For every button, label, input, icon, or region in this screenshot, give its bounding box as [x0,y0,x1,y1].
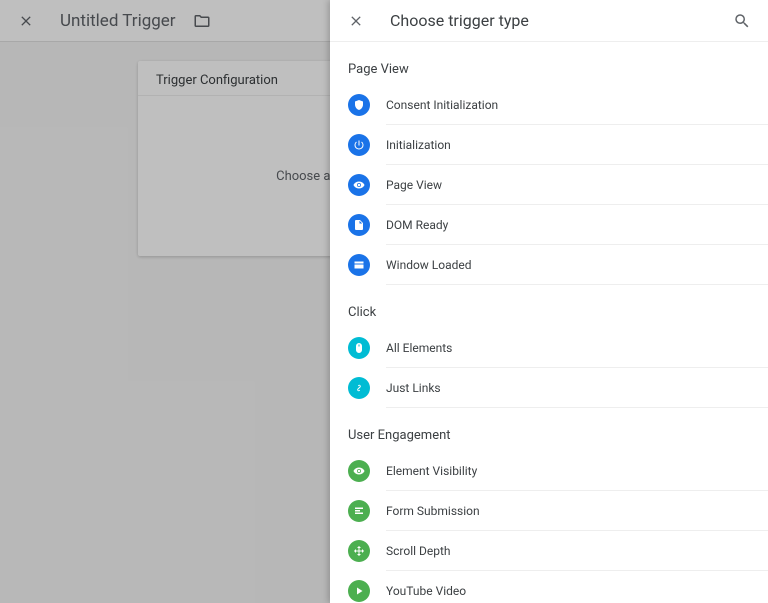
play-icon [348,580,370,602]
trigger-type-item[interactable]: Initialization [348,125,768,165]
trigger-type-label: Scroll Depth [386,531,768,571]
trigger-type-item[interactable]: Just Links [348,368,768,408]
trigger-type-item[interactable]: Window Loaded [348,245,768,285]
trigger-type-item[interactable]: Page View [348,165,768,205]
trigger-type-label: Just Links [386,368,768,408]
eye-icon [348,460,370,482]
section-label: Click [348,305,768,320]
document-icon [348,214,370,236]
trigger-type-item[interactable]: All Elements [348,328,768,368]
power-icon [348,134,370,156]
panel-title: Choose trigger type [390,11,708,30]
section-label: Page View [348,62,768,77]
trigger-type-label: DOM Ready [386,205,768,245]
trigger-type-item[interactable]: Element Visibility [348,451,768,491]
eye-icon [348,174,370,196]
trigger-type-label: Initialization [386,125,768,165]
scroll-icon [348,540,370,562]
trigger-type-label: Element Visibility [386,451,768,491]
trigger-type-label: Consent Initialization [386,85,768,125]
trigger-type-label: Window Loaded [386,245,768,285]
trigger-type-label: YouTube Video [386,571,768,603]
shield-icon [348,94,370,116]
trigger-type-label: Form Submission [386,491,768,531]
panel-header: Choose trigger type [330,0,768,42]
trigger-type-label: Page View [386,165,768,205]
trigger-type-item[interactable]: Form Submission [348,491,768,531]
link-icon [348,377,370,399]
trigger-type-label: All Elements [386,328,768,368]
trigger-type-item[interactable]: YouTube Video [348,571,768,603]
close-icon[interactable] [344,9,368,33]
trigger-type-panel: Choose trigger type Page View Consent Ini… [330,0,768,603]
form-icon [348,500,370,522]
search-icon[interactable] [730,9,754,33]
trigger-type-item[interactable]: Scroll Depth [348,531,768,571]
trigger-type-item[interactable]: DOM Ready [348,205,768,245]
mouse-icon [348,337,370,359]
window-icon [348,254,370,276]
trigger-type-item[interactable]: Consent Initialization [348,85,768,125]
section-label: User Engagement [348,428,768,443]
